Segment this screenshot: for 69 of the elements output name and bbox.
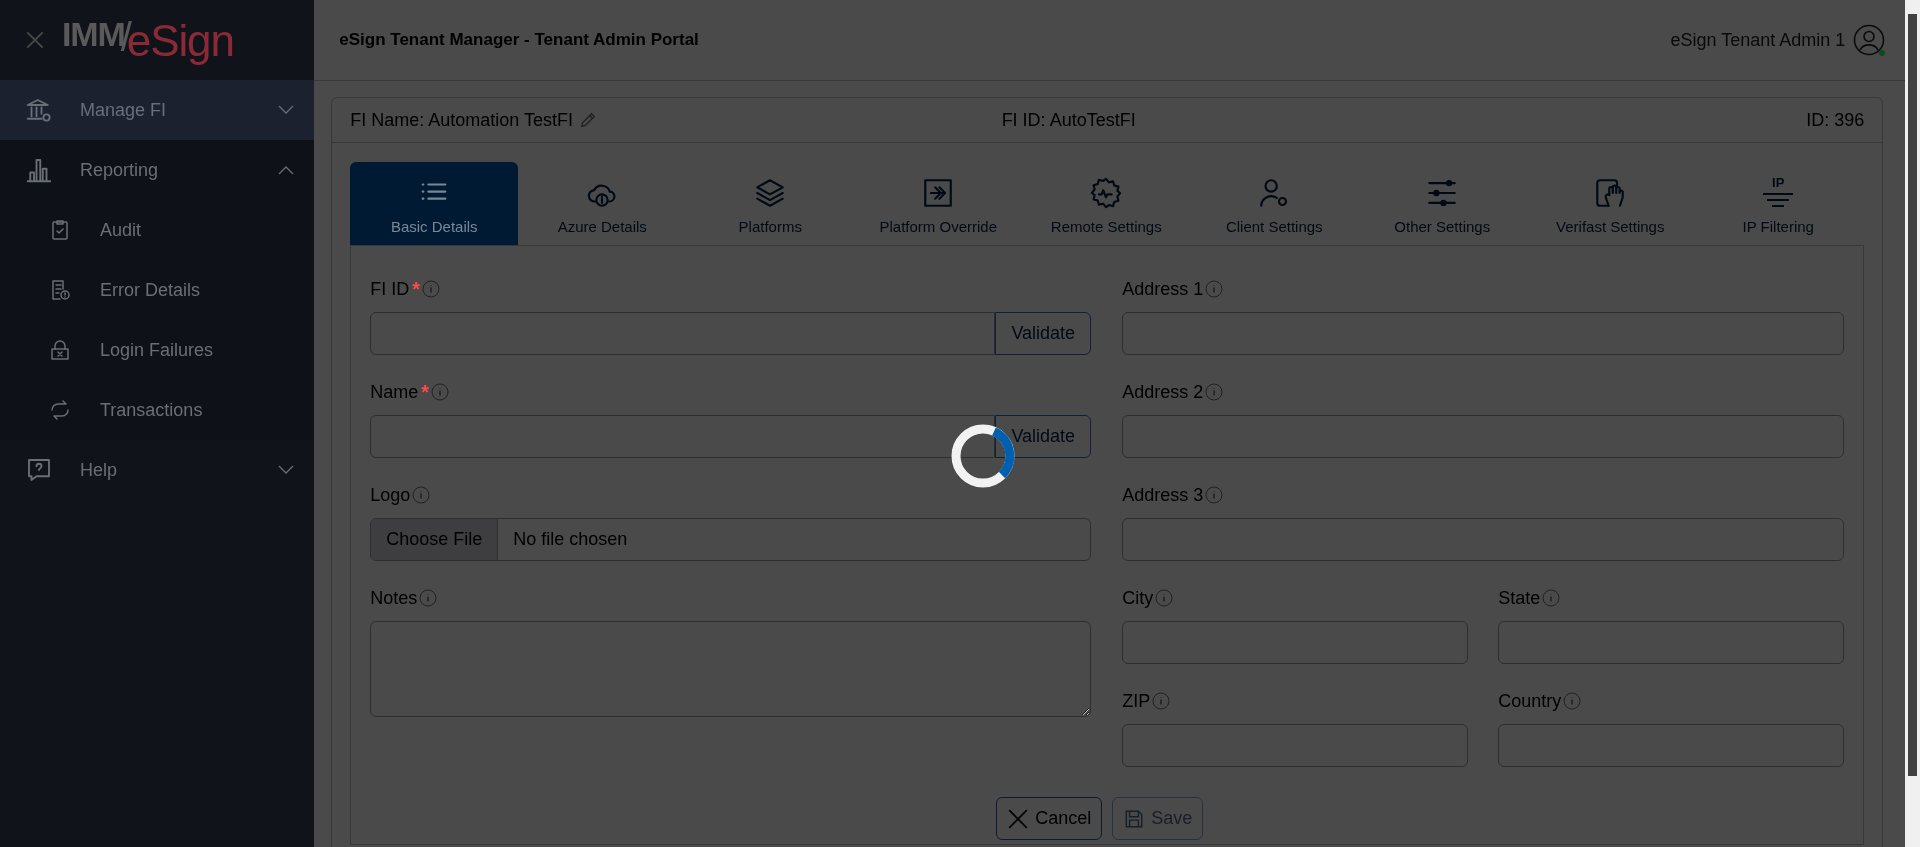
sidebar-item[interactable]: Manage FI	[0, 80, 315, 140]
sidebar-subitem[interactable]: Audit	[0, 200, 315, 260]
text-field[interactable]	[370, 312, 996, 355]
tab[interactable]: Other Settings	[1358, 162, 1527, 245]
field-label: City	[1122, 586, 1154, 610]
field-label: Address 3	[1122, 483, 1204, 507]
logo: IMM/eSign	[62, 17, 234, 63]
sidebar-subitem[interactable]: Error Details	[0, 260, 315, 320]
info-icon	[431, 383, 450, 401]
text-field[interactable]	[370, 415, 996, 458]
field-label: Address 1	[1122, 277, 1204, 301]
validate-button[interactable]: Validate	[995, 415, 1092, 458]
lock-icon	[48, 338, 72, 362]
text-field[interactable]	[1498, 621, 1845, 664]
file-status: No file chosen	[512, 528, 628, 551]
gear-icon	[1089, 176, 1124, 210]
tab[interactable]: Platform Override	[854, 162, 1023, 245]
info-icon	[419, 589, 438, 607]
pencil-icon[interactable]	[579, 111, 598, 129]
info-icon	[422, 280, 441, 298]
info-icon	[1205, 486, 1224, 504]
close-icon[interactable]	[24, 29, 46, 51]
field-label: ZIP	[1122, 689, 1151, 713]
text-field[interactable]	[1122, 518, 1845, 561]
tab[interactable]: Remote Settings	[1022, 162, 1191, 245]
field-label: Address 2	[1122, 380, 1204, 404]
field-label: Notes	[370, 586, 418, 610]
field-label: State	[1498, 586, 1541, 610]
sidebar-subitem[interactable]: Transactions	[0, 380, 315, 440]
field-label: Country	[1498, 689, 1562, 713]
text-field[interactable]	[1122, 621, 1469, 664]
tab[interactable]: Verifast Settings	[1526, 162, 1695, 245]
sidebar-item[interactable]: Reporting	[0, 140, 315, 200]
info-icon	[1152, 692, 1171, 710]
sidebar-subitem[interactable]: Login Failures	[0, 320, 315, 380]
info-icon	[1155, 589, 1174, 607]
text-field[interactable]	[1498, 724, 1845, 767]
page-title: eSign Tenant Manager - Tenant Admin Portal	[339, 29, 700, 52]
text-field[interactable]	[1122, 724, 1469, 767]
close-icon	[1007, 807, 1030, 830]
tab[interactable]: Azure Details	[518, 162, 687, 245]
choose-file-button[interactable]: Choose File	[371, 519, 499, 560]
info-icon	[1205, 383, 1224, 401]
text-field[interactable]	[1122, 312, 1845, 355]
cancel-button[interactable]: Cancel	[996, 797, 1103, 840]
fi-id: FI ID: AutoTestFI	[1001, 108, 1137, 132]
validate-button[interactable]: Validate	[995, 312, 1092, 355]
field-label: FI ID	[370, 277, 410, 301]
notes-field[interactable]	[370, 621, 1092, 717]
info-icon	[412, 486, 431, 504]
tab[interactable]: Client Settings	[1190, 162, 1359, 245]
required-mark: *	[412, 277, 421, 302]
fi-name: FI Name: Automation TestFI	[350, 108, 574, 132]
user-name: eSign Tenant Admin 1	[1670, 28, 1846, 52]
required-mark: *	[421, 380, 430, 405]
info-icon	[1542, 589, 1561, 607]
info-icon	[1205, 280, 1224, 298]
user-avatar-icon[interactable]	[1853, 24, 1886, 56]
tab[interactable]: IP IP Filtering	[1694, 162, 1863, 245]
field-label: Logo	[370, 483, 411, 507]
info-icon	[1563, 692, 1582, 710]
record-id: ID: 396	[1806, 108, 1865, 132]
tab[interactable]: Platforms	[686, 162, 855, 245]
file-field[interactable]: Choose File No file chosen	[370, 518, 1092, 561]
field-label: Name	[370, 380, 419, 404]
refresh-icon	[48, 398, 72, 422]
sidebar-item[interactable]: Help	[0, 440, 315, 500]
tab[interactable]: Basic Details	[350, 162, 519, 245]
text-field[interactable]	[1122, 415, 1845, 458]
